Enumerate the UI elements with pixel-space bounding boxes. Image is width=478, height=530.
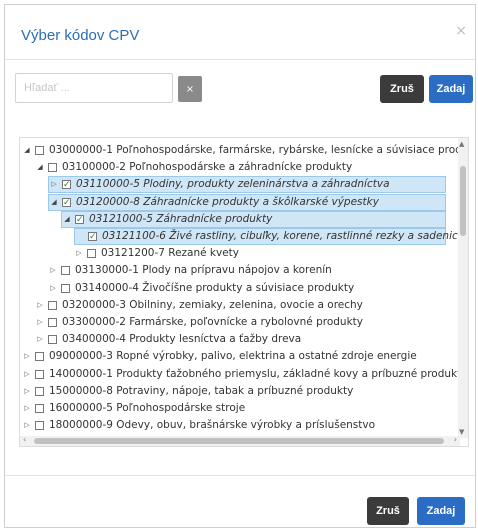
expand-icon[interactable]: ▷ [35, 331, 45, 348]
tree-node-label: 14000000-1 Produkty ťažobného priemyslu,… [49, 367, 460, 380]
expand-icon[interactable]: ▷ [49, 176, 59, 193]
tree-node[interactable]: ▷ 03200000-3 Obilniny, zemiaky, zelenina,… [35, 297, 363, 314]
cpv-tree: ◢ 03000000-1 Poľnohospodárske, farmárske,… [20, 138, 460, 438]
expand-icon[interactable]: ▷ [22, 417, 32, 434]
tree-node[interactable]: ▷ 16000000-5 Poľnohospodárske stroje [22, 400, 245, 417]
tree-node-checkbox[interactable] [88, 229, 97, 246]
header-divider [5, 59, 475, 60]
tree-node-checkbox[interactable] [48, 335, 57, 345]
tree-node-checkbox[interactable] [35, 421, 44, 431]
horizontal-scroll-thumb[interactable] [34, 438, 444, 444]
expand-icon[interactable]: ▷ [35, 297, 45, 314]
expand-icon[interactable]: ▷ [22, 348, 32, 365]
expand-icon[interactable]: ▷ [48, 280, 58, 297]
tree-node-checkbox[interactable] [35, 404, 44, 413]
tree-node[interactable]: ◢ 03100000-2 Poľnohospodárske a záhradníc… [35, 159, 352, 176]
clear-search-button[interactable]: × [178, 76, 202, 102]
tree-node-label: 03400000-4 Produkty lesníctva a ťažby dr… [62, 333, 302, 346]
tree-node-label: 03121200-7 Rezané kvety [101, 247, 240, 260]
scroll-left-icon[interactable]: ‹ [23, 435, 26, 444]
tree-node-label: 03130000-1 Plody na prípravu nápojov a k… [75, 264, 332, 277]
tree-node-label: 03200000-3 Obilniny, zemiaky, zelenina, … [62, 298, 363, 311]
submit-button-top[interactable]: Zadaj [429, 75, 473, 103]
tree-node[interactable]: ◢ 03000000-1 Poľnohospodárske, farmárske,… [22, 142, 460, 159]
tree-node[interactable]: ▷ 03300000-2 Farmárske, poľovnícke a rybo… [35, 314, 363, 331]
expand-icon[interactable]: ▷ [22, 366, 32, 383]
tree-node-label: 16000000-5 Poľnohospodárske stroje [49, 402, 246, 414]
tree-node[interactable]: ▷ 03121200-7 Rezané kvety [74, 245, 239, 262]
tree-node-label: 03120000-8 Záhradnícke produkty a škôlka… [76, 195, 379, 208]
tree-node-checkbox[interactable] [61, 283, 70, 293]
horizontal-scrollbar[interactable]: ‹ › [20, 435, 460, 446]
tree-node-checkbox[interactable] [62, 177, 71, 194]
tree-node[interactable]: ▷ 03130000-1 Plody na prípravu nápojov a … [48, 262, 332, 279]
collapse-icon[interactable]: ◢ [62, 211, 72, 228]
tree-node[interactable]: ▷ 09000000-3 Ropné výrobky, palivo, elekt… [22, 348, 417, 365]
footer-divider [5, 475, 475, 476]
tree-node[interactable]: ▷ 03400000-4 Produkty lesníctva a ťažby d… [35, 331, 301, 348]
tree-node-checkbox[interactable] [48, 300, 57, 310]
tree-node-checkbox[interactable] [35, 369, 44, 379]
scroll-right-icon[interactable]: › [454, 435, 457, 444]
expand-icon[interactable]: ▷ [35, 314, 45, 331]
cancel-button[interactable]: Zruš [367, 497, 409, 525]
tree-node[interactable]: ▷ 18000000-9 Odevy, obuv, brašnárske výro… [22, 417, 375, 434]
cancel-button-top[interactable]: Zruš [380, 75, 424, 103]
tree-node-checkbox[interactable] [35, 386, 44, 396]
tree-node-checkbox[interactable] [35, 352, 44, 362]
expand-icon[interactable]: ▷ [22, 400, 32, 417]
tree-node-checkbox[interactable] [61, 266, 70, 276]
tree-node[interactable]: ◢ 03121000-5 Záhradnícke produkty [61, 210, 446, 229]
tree-node-checkbox[interactable] [87, 249, 96, 259]
tree-node[interactable]: ◢ 03120000-8 Záhradnícke produkty a škôlk… [48, 193, 446, 212]
tree-node-checkbox[interactable] [75, 212, 84, 229]
tree-node-checkbox[interactable] [62, 195, 71, 212]
search-input[interactable] [15, 73, 173, 103]
cpv-tree-panel: ◢ 03000000-1 Poľnohospodárske, farmárske,… [19, 137, 469, 447]
scroll-up-icon[interactable]: ▲ [459, 140, 464, 148]
vertical-scroll-thumb[interactable] [460, 166, 466, 236]
tree-node-checkbox[interactable] [35, 146, 44, 155]
tree-node[interactable]: ▷ 15000000-8 Potraviny, nápoje, tabak a p… [22, 383, 353, 400]
cpv-dialog: Výber kódov CPV × × Zruš Zadaj ◢ 03000000… [4, 4, 476, 528]
dialog-title: Výber kódov CPV [21, 27, 140, 44]
expand-icon[interactable]: ▷ [48, 262, 58, 279]
tree-node-label: 03110000-5 Plodiny, produkty zeleninárst… [76, 178, 390, 191]
expand-icon[interactable]: ▷ [74, 245, 84, 262]
tree-node-label: 03121100-6 Živé rastliny, cibuľky, koren… [102, 230, 460, 242]
tree-node[interactable]: ▷ 03140000-4 Živočíšne produkty a súvisia… [48, 280, 354, 297]
tree-node[interactable]: ▷ 03110000-5 Plodiny, produkty zeleninárs… [48, 176, 446, 194]
scroll-down-icon[interactable]: ▼ [459, 428, 464, 436]
tree-node-label: 15000000-8 Potraviny, nápoje, tabak a pr… [49, 384, 354, 397]
tree-node-label: 03140000-4 Živočíšne produkty a súvisiac… [75, 281, 355, 294]
tree-node[interactable]: 03121100-6 Živé rastliny, cibuľky, koren… [74, 228, 460, 246]
tree-node-label: 09000000-3 Ropné výrobky, palivo, elektr… [49, 350, 417, 363]
submit-button[interactable]: Zadaj [417, 497, 465, 525]
tree-node-label: 03100000-2 Poľnohospodárske a záhradníck… [62, 161, 353, 174]
tree-node[interactable]: ▷ 14000000-1 Produkty ťažobného priemyslu… [22, 366, 460, 383]
tree-node-checkbox[interactable] [48, 163, 57, 173]
collapse-icon[interactable]: ◢ [22, 142, 32, 159]
collapse-icon[interactable]: ◢ [49, 194, 59, 211]
tree-node-label: 03121000-5 Záhradnícke produkty [89, 212, 273, 225]
collapse-icon[interactable]: ◢ [35, 159, 45, 176]
expand-icon[interactable]: ▷ [22, 383, 32, 400]
tree-node-label: 18000000-9 Odevy, obuv, brašnárske výrob… [49, 419, 376, 432]
tree-node-label: 03000000-1 Poľnohospodárske, farmárske, … [49, 144, 460, 156]
close-icon[interactable]: × [455, 23, 467, 39]
tree-node-label: 03300000-2 Farmárske, poľovnícke a rybol… [62, 316, 364, 328]
vertical-scrollbar[interactable]: ▲ ▼ [458, 138, 468, 438]
tree-node-checkbox[interactable] [48, 318, 57, 327]
